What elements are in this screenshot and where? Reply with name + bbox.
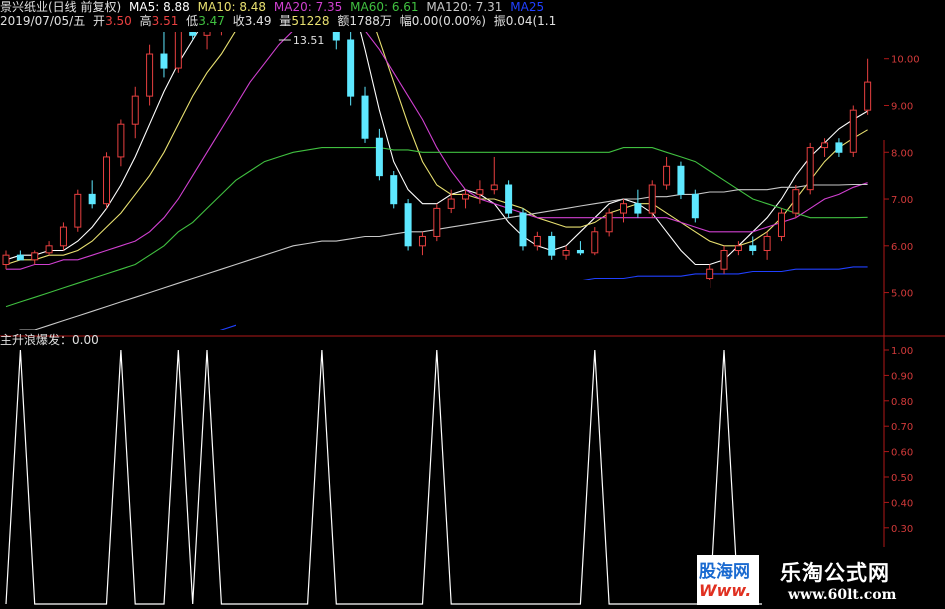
candle-body xyxy=(849,109,857,153)
candle-body xyxy=(131,95,139,125)
close-value: 收3.49 xyxy=(232,14,272,28)
low-value: 3.47 xyxy=(198,14,225,28)
price-tick-label: 6.00 xyxy=(891,242,913,253)
candle-body xyxy=(548,235,556,256)
high-label: 高 xyxy=(139,14,152,28)
signal-tick-label: 0.80 xyxy=(891,397,913,408)
candle-body xyxy=(720,249,728,270)
signal-tick-label: 0.90 xyxy=(891,371,913,382)
ma60-label: MA60: 6.61 xyxy=(350,0,419,14)
peak-label: 13.51 xyxy=(293,34,325,47)
ma-legend: 景兴纸业(日线 前复权) MA5: 8.88 MA10: 8.48 MA20: … xyxy=(0,0,548,15)
candle-body xyxy=(864,81,872,111)
candle-body xyxy=(390,175,398,205)
signal-tick-label: 0.50 xyxy=(891,473,913,484)
candle-body xyxy=(792,189,800,214)
candle-body xyxy=(361,95,369,139)
price-tick-label: 10.00 xyxy=(891,55,920,66)
candle-body xyxy=(519,212,527,247)
open-label: 开 xyxy=(93,14,106,28)
signal-tick-label: 0.60 xyxy=(891,448,913,459)
ma120-label: MA120: 7.31 xyxy=(426,0,503,14)
stock-chart[interactable]: 10.00 9.00 8.00 7.00 6.00 5.00 13.51 1.00 0.90 0… xyxy=(0,0,945,609)
candle-body xyxy=(562,249,570,256)
low-label: 低 xyxy=(186,14,199,28)
candle-body xyxy=(605,212,613,233)
candle-body xyxy=(835,142,843,153)
candle-body xyxy=(117,123,125,158)
candle-body xyxy=(160,53,168,69)
candle-body xyxy=(749,245,757,251)
amount-value: 额1788万 xyxy=(337,14,392,28)
candle-body xyxy=(821,142,829,149)
candle-body xyxy=(103,156,111,205)
ma250-label: MA25 xyxy=(510,0,545,14)
price-tick-label: 5.00 xyxy=(891,289,913,300)
change-value: 幅0.00(0.00%) xyxy=(399,14,486,28)
candle-body xyxy=(490,184,498,191)
top-right-blank xyxy=(533,0,945,140)
quote-date: 2019/07/05/五 xyxy=(0,14,86,28)
volume-value: 51228 xyxy=(291,14,330,28)
candle-body xyxy=(806,147,814,191)
volume-label: 量 xyxy=(279,14,292,28)
candle-body xyxy=(418,235,426,247)
stock-name: 景兴纸业(日线 前复权) xyxy=(0,0,122,14)
candle-body xyxy=(476,189,484,195)
candle-body xyxy=(347,39,355,97)
indicator-legend: 主升浪爆发：0.00 xyxy=(0,333,103,348)
candle-body xyxy=(2,254,10,266)
candle-body xyxy=(447,198,455,209)
candle-body xyxy=(777,212,785,237)
price-tick-label: 7.00 xyxy=(891,195,913,206)
occluded-area xyxy=(236,280,710,330)
watermark-letao-url: www.60lt.com xyxy=(788,587,897,603)
candle-body xyxy=(591,231,599,254)
watermark-guhai: 股海网 Www. xyxy=(697,555,759,605)
price-tick-label: 9.00 xyxy=(891,101,913,112)
ma5-label: MA5: 8.88 xyxy=(129,0,190,14)
ma10-label: MA10: 8.48 xyxy=(197,0,267,14)
candle-body xyxy=(146,53,154,97)
candle-body xyxy=(31,252,39,261)
amplitude-value: 振0.04(1.1 xyxy=(493,14,557,28)
price-tick-label: 8.00 xyxy=(891,148,913,159)
high-value: 3.51 xyxy=(151,14,179,28)
quote-info: 2019/07/05/五 开3.50 高3.51 低3.47 收3.49 量51… xyxy=(0,14,560,29)
signal-tick-label: 0.40 xyxy=(891,498,913,509)
signal-tick-label: 0.70 xyxy=(891,422,913,433)
candle-body xyxy=(45,245,53,254)
candle-body xyxy=(634,203,642,214)
signal-tick-label: 1.00 xyxy=(891,346,913,357)
watermark-letao-title: 乐淘公式网 xyxy=(780,561,890,585)
candle-body xyxy=(375,137,383,177)
candle-body xyxy=(706,268,714,280)
watermark-letao: 乐淘公式网 www.60lt.com xyxy=(762,547,945,609)
candle-body xyxy=(663,165,671,186)
candle-body xyxy=(648,184,656,214)
candle-body xyxy=(59,226,67,247)
candle-body xyxy=(691,193,699,219)
candle-body xyxy=(505,184,513,214)
candle-body xyxy=(433,207,441,237)
candle-body xyxy=(734,245,742,251)
price-panel: 10.00 9.00 8.00 7.00 6.00 5.00 13.51 xyxy=(0,0,945,609)
candle-body xyxy=(533,235,541,247)
candle-body xyxy=(576,249,584,254)
candle-body xyxy=(620,203,628,214)
candle-body xyxy=(677,165,685,195)
ma20-label: MA20: 7.35 xyxy=(273,0,343,14)
candle-body xyxy=(462,193,470,200)
candle-body xyxy=(74,193,82,228)
watermark-guhai-title: 股海网 xyxy=(699,562,750,582)
candle-body xyxy=(404,203,412,247)
watermark-guhai-url: Www. xyxy=(699,581,752,600)
candle-body xyxy=(16,254,24,261)
open-value: 3.50 xyxy=(105,14,132,28)
signal-tick-label: 0.30 xyxy=(891,524,913,535)
candle-body xyxy=(763,235,771,251)
candle-body xyxy=(88,193,96,205)
indicator-label: 主升浪爆发：0.00 xyxy=(0,333,99,347)
